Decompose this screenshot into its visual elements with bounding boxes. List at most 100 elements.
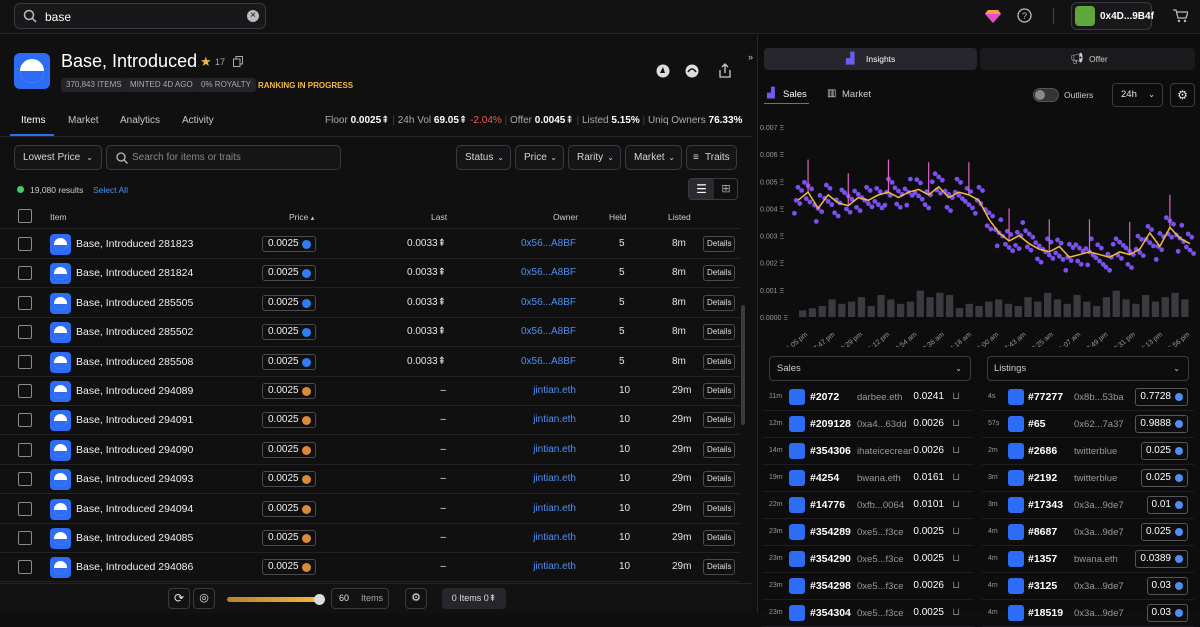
- item-name[interactable]: Base, Introduced 285502: [76, 326, 193, 338]
- sale-buyer[interactable]: 0xe5...f3ce: [857, 554, 903, 565]
- details-button[interactable]: Details: [703, 412, 736, 429]
- listing-price-button[interactable]: 0.03: [1146, 577, 1188, 595]
- sale-row[interactable]: 23m #354289 0xe5...f3ce 0.0025 ⊔: [762, 519, 974, 546]
- table-row[interactable]: Base, Introduced 281824 0.0025 0.0033⇞ 0x56…: [0, 259, 740, 289]
- wallet-button[interactable]: 0x4D...9B4f: [1071, 2, 1154, 30]
- details-button[interactable]: Details: [703, 236, 736, 252]
- item-name[interactable]: Base, Introduced 281823: [76, 238, 193, 250]
- item-price[interactable]: 0.0025: [262, 500, 316, 517]
- list-view-icon[interactable]: ☰: [689, 179, 714, 199]
- listing-price-button[interactable]: 0.03: [1146, 604, 1188, 622]
- sales-dropdown[interactable]: Sales ⌄: [769, 356, 971, 381]
- details-button[interactable]: Details: [703, 353, 736, 370]
- listing-token-id[interactable]: #2686: [1028, 445, 1057, 457]
- details-button[interactable]: Details: [703, 559, 736, 576]
- owner-link[interactable]: jintian.eth: [533, 561, 576, 572]
- item-name[interactable]: Base, Introduced 285508: [76, 356, 193, 368]
- grid-view-icon[interactable]: ⊞: [714, 179, 738, 199]
- sale-buyer[interactable]: darbee.eth: [857, 392, 902, 403]
- table-row[interactable]: Base, Introduced 285502 0.0025 0.0033⇞ 0x56…: [0, 318, 740, 348]
- row-checkbox[interactable]: [18, 560, 32, 575]
- item-price[interactable]: 0.0025: [262, 412, 316, 429]
- row-checkbox[interactable]: [18, 501, 32, 516]
- tab-sales[interactable]: Sales: [783, 89, 807, 100]
- details-button[interactable]: Details: [703, 471, 736, 488]
- sale-buyer[interactable]: 0xe5...f3ce: [857, 581, 903, 592]
- listing-seller[interactable]: 0x3a...9de7: [1074, 527, 1124, 538]
- owner-link[interactable]: 0x56...A8BF: [521, 238, 576, 249]
- sale-row[interactable]: 23m #354304 0xe5...f3ce 0.0025 ⊔: [762, 600, 974, 627]
- details-button[interactable]: Details: [703, 294, 736, 311]
- item-price[interactable]: 0.0025: [262, 265, 316, 282]
- range-dropdown[interactable]: 24h ⌄: [1112, 83, 1163, 107]
- sale-buyer[interactable]: 0xe5...f3ce: [857, 527, 903, 538]
- details-button[interactable]: Details: [703, 265, 736, 282]
- owner-link[interactable]: jintian.eth: [533, 532, 576, 543]
- owner-link[interactable]: jintian.eth: [533, 503, 576, 514]
- listing-seller[interactable]: twitterblue: [1074, 446, 1117, 457]
- sale-row[interactable]: 22m #14776 0xfb...0064 0.0101 ⊔: [762, 492, 974, 519]
- item-price[interactable]: 0.0025: [262, 324, 316, 341]
- table-row[interactable]: Base, Introduced 294093 0.0025 – jintian.et…: [0, 465, 740, 495]
- owner-link[interactable]: jintian.eth: [533, 473, 576, 484]
- row-checkbox[interactable]: [18, 442, 32, 457]
- clear-search-icon[interactable]: ×: [247, 10, 259, 22]
- tab-market-chart[interactable]: Market: [842, 89, 871, 100]
- listing-seller[interactable]: 0x62...7a37: [1074, 419, 1124, 430]
- item-price[interactable]: 0.0025: [262, 471, 316, 488]
- row-checkbox[interactable]: [18, 237, 32, 251]
- traits-filter[interactable]: ≡ Traits: [686, 145, 737, 170]
- owner-link[interactable]: jintian.eth: [533, 385, 576, 396]
- sale-row[interactable]: 19m #4254 bwana.eth 0.0161 ⊔: [762, 465, 974, 492]
- sale-row[interactable]: 14m #354306 ihateicecream 0.0026 ⊔: [762, 438, 974, 465]
- listing-seller[interactable]: 0x3a...9de7: [1074, 581, 1124, 592]
- sale-token-id[interactable]: #354290: [810, 553, 851, 565]
- insights-tab[interactable]: ▟ Insights: [764, 48, 977, 70]
- sale-token-id[interactable]: #354304: [810, 607, 851, 619]
- listing-token-id[interactable]: #17343: [1028, 499, 1063, 511]
- page-size-input[interactable]: 60 Items: [331, 588, 389, 609]
- item-price[interactable]: 0.0025: [262, 294, 316, 311]
- listing-row[interactable]: 4m #8687 0x3a...9de7 0.025: [982, 519, 1194, 546]
- rarity-filter[interactable]: Rarity ⌄: [568, 145, 621, 170]
- sale-token-id[interactable]: #209128: [810, 418, 851, 430]
- col-price[interactable]: Price ▴: [289, 212, 314, 222]
- owner-link[interactable]: 0x56...A8BF: [521, 356, 576, 367]
- refresh-icon[interactable]: ⟳: [168, 588, 190, 609]
- item-name[interactable]: Base, Introduced 281824: [76, 267, 193, 279]
- add-to-cart-icon[interactable]: ⊔: [952, 445, 960, 456]
- item-name[interactable]: Base, Introduced 294093: [76, 473, 193, 485]
- sale-row[interactable]: 23m #354290 0xe5...f3ce 0.0025 ⊔: [762, 546, 974, 573]
- help-icon[interactable]: ?: [1017, 8, 1032, 23]
- item-price[interactable]: 0.0025: [262, 236, 316, 252]
- owner-link[interactable]: jintian.eth: [533, 444, 576, 455]
- row-checkbox[interactable]: [18, 472, 32, 487]
- listing-row[interactable]: 4m #18519 0x3a...9de7 0.03: [982, 600, 1194, 627]
- select-all-checkbox[interactable]: [18, 209, 32, 223]
- global-search-input[interactable]: base ×: [14, 3, 266, 29]
- table-row[interactable]: Base, Introduced 294091 0.0025 – jintian.et…: [0, 406, 740, 436]
- sale-token-id[interactable]: #354298: [810, 580, 851, 592]
- listing-token-id[interactable]: #18519: [1028, 607, 1063, 619]
- details-button[interactable]: Details: [703, 500, 736, 517]
- listing-token-id[interactable]: #65: [1028, 418, 1046, 430]
- cart-icon[interactable]: [1172, 8, 1188, 23]
- sale-buyer[interactable]: bwana.eth: [857, 473, 901, 484]
- listing-token-id[interactable]: #2192: [1028, 472, 1057, 484]
- share-icon[interactable]: [718, 63, 732, 78]
- listings-dropdown[interactable]: Listings ⌄: [987, 356, 1189, 381]
- status-filter[interactable]: Status ⌄: [456, 145, 511, 170]
- copy-icon[interactable]: [233, 56, 243, 67]
- owner-link[interactable]: jintian.eth: [533, 414, 576, 425]
- item-price[interactable]: 0.0025: [262, 383, 316, 399]
- item-price[interactable]: 0.0025: [262, 530, 316, 546]
- sweep-icon[interactable]: ◎: [193, 588, 215, 609]
- sale-buyer[interactable]: ihateicecream: [857, 446, 912, 457]
- table-row[interactable]: Base, Introduced 294089 0.0025 – jintian.et…: [0, 377, 740, 406]
- table-row[interactable]: Base, Introduced 294090 0.0025 – jintian.et…: [0, 436, 740, 465]
- tab-analytics[interactable]: Analytics: [120, 115, 160, 126]
- listing-price-button[interactable]: 0.025: [1140, 469, 1188, 487]
- listing-token-id[interactable]: #3125: [1028, 580, 1057, 592]
- chart-settings-icon[interactable]: ⚙: [1170, 83, 1195, 107]
- listing-row[interactable]: 57s #65 0x62...7a37 0.9888: [982, 411, 1194, 438]
